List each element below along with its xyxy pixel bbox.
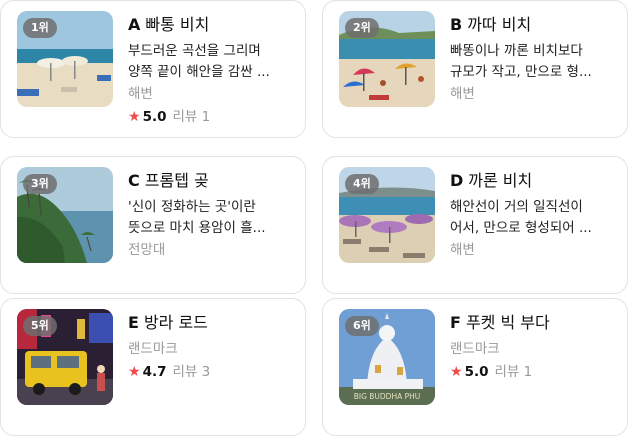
photo-sign-text: BIG BUDDHA PHU <box>354 392 421 401</box>
description-line: 양쪽 끝이 해안을 감싼 ... <box>128 64 270 80</box>
place-title[interactable]: C 프롬텝 곶 <box>128 169 297 193</box>
place-name: 까론 비치 <box>468 171 533 190</box>
place-category: 해변 <box>128 86 153 102</box>
star-icon: ★ <box>450 364 463 380</box>
rating-score: 5.0 <box>464 364 489 380</box>
star-icon: ★ <box>128 109 141 125</box>
place-letter: C <box>128 171 140 190</box>
place-description: 빠똥이나 까론 비치보다 규모가 작고, 만으로 형... <box>450 41 619 83</box>
place-description: 부드러운 곡선을 그리며 양쪽 끝이 해안을 감싼 ... <box>128 41 297 83</box>
description-line: 부드러운 곡선을 그리며 <box>128 43 261 59</box>
place-title[interactable]: D 까론 비치 <box>450 169 619 193</box>
rating-score: 5.0 <box>142 109 167 125</box>
place-card-a[interactable]: 1위 A 빠통 비치 부드러운 곡선을 그리며 양쪽 끝이 해안을 감싼 ... … <box>0 0 306 138</box>
place-letter: E <box>128 313 139 332</box>
place-category: 랜드마크 <box>450 341 500 357</box>
rank-badge: 6위 <box>345 316 379 336</box>
rating-score: 4.7 <box>142 364 167 380</box>
place-letter: B <box>450 15 463 34</box>
review-count[interactable]: 리뷰 3 <box>172 364 210 380</box>
place-category: 해변 <box>450 242 475 258</box>
review-count[interactable]: 리뷰 1 <box>172 109 210 125</box>
rank-badge: 4위 <box>345 174 379 194</box>
rank-badge: 3위 <box>23 174 57 194</box>
place-letter: A <box>128 15 141 34</box>
description-line: 빠똥이나 까론 비치보다 <box>450 43 583 59</box>
place-photo: 2위 <box>339 11 435 107</box>
place-name: 프롬텝 곶 <box>144 171 209 190</box>
place-letter: F <box>450 313 461 332</box>
rank-badge: 1위 <box>23 18 57 38</box>
place-category: 랜드마크 <box>128 341 178 357</box>
place-title[interactable]: F 푸켓 빅 부다 <box>450 311 619 335</box>
place-name: 빠통 비치 <box>145 15 210 34</box>
star-icon: ★ <box>128 364 141 380</box>
place-title[interactable]: A 빠통 비치 <box>128 13 297 37</box>
description-line: '신이 정화하는 곳'이란 <box>128 199 256 215</box>
rank-badge: 2위 <box>345 18 379 38</box>
place-card-c[interactable]: 3위 C 프롬텝 곶 '신이 정화하는 곳'이란 뜻으로 마치 용암이 흘... … <box>0 156 306 294</box>
place-name: 까따 비치 <box>467 15 532 34</box>
place-letter: D <box>450 171 464 190</box>
rank-badge: 5위 <box>23 316 57 336</box>
place-card-e[interactable]: 5위 E 방라 로드 랜드마크 ★ 4.7 리뷰 3 <box>0 298 306 436</box>
place-photo: 5위 <box>17 309 113 405</box>
place-description: '신이 정화하는 곳'이란 뜻으로 마치 용암이 흘... <box>128 197 297 239</box>
place-title[interactable]: E 방라 로드 <box>128 311 297 335</box>
place-photo: BIG BUDDHA PHU 6위 <box>339 309 435 405</box>
description-line: 뜻으로 마치 용암이 흘... <box>128 220 266 236</box>
place-card-b[interactable]: 2위 B 까따 비치 빠똥이나 까론 비치보다 규모가 작고, 만으로 형... … <box>322 0 628 138</box>
rating-row: ★ 5.0 리뷰 1 <box>128 107 297 128</box>
place-photo: 1위 <box>17 11 113 107</box>
place-card-d[interactable]: 4위 D 까론 비치 해안선이 거의 일직선이 어서, 만으로 형성되어 ... … <box>322 156 628 294</box>
place-card-f[interactable]: BIG BUDDHA PHU 6위 F 푸켓 빅 부다 랜드마크 ★ 5.0 리뷰 1 <box>322 298 628 436</box>
review-count[interactable]: 리뷰 1 <box>494 364 532 380</box>
place-category: 해변 <box>450 86 475 102</box>
place-name: 방라 로드 <box>143 313 208 332</box>
rating-row: ★ 5.0 리뷰 1 <box>450 362 619 383</box>
description-line: 규모가 작고, 만으로 형... <box>450 64 592 80</box>
place-photo: 4위 <box>339 167 435 263</box>
place-name: 푸켓 빅 부다 <box>465 313 550 332</box>
description-line: 어서, 만으로 형성되어 ... <box>450 220 592 236</box>
rating-row: ★ 4.7 리뷰 3 <box>128 362 297 383</box>
place-category: 전망대 <box>128 242 166 258</box>
place-title[interactable]: B 까따 비치 <box>450 13 619 37</box>
place-description: 해안선이 거의 일직선이 어서, 만으로 형성되어 ... <box>450 197 619 239</box>
place-photo: 3위 <box>17 167 113 263</box>
description-line: 해안선이 거의 일직선이 <box>450 199 583 215</box>
